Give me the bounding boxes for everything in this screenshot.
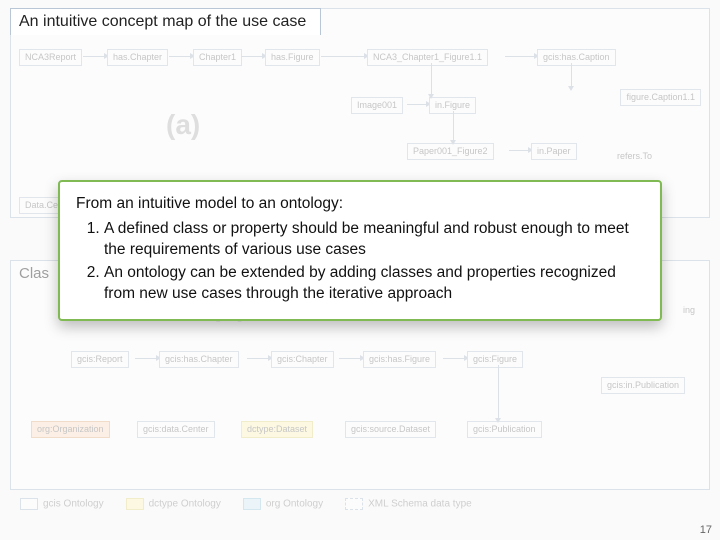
node-gcis-report: gcis:Report: [71, 351, 129, 368]
node-org-organization: org:Organization: [31, 421, 110, 438]
node-chapter1: Chapter1: [193, 49, 242, 66]
callout-item-1: A defined class or property should be me…: [104, 219, 644, 261]
arrow: [453, 111, 454, 141]
panel-a-label: (a): [166, 109, 200, 141]
swatch-org: [243, 498, 261, 510]
node-gcis-chapter: gcis:Chapter: [271, 351, 334, 368]
node-gcis-haschapter: gcis:has.Chapter: [159, 351, 239, 368]
node-hascaption: gcis:has.Caption: [537, 49, 616, 66]
arrow: [571, 63, 572, 87]
callout-box: From an intuitive model to an ontology: …: [58, 180, 662, 321]
node-figure-caption: figure.Caption1.1: [620, 89, 701, 106]
node-gcis-figure: gcis:Figure: [467, 351, 523, 368]
node-gcis-datacenter: gcis:data.Center: [137, 421, 215, 438]
swatch-dctype: [126, 498, 144, 510]
arrow: [135, 358, 157, 359]
node-haschapter: has.Chapter: [107, 49, 168, 66]
arrow: [83, 56, 105, 57]
swatch-xml: [345, 498, 363, 510]
legend: gcis Ontology dctype Ontology org Ontolo…: [20, 494, 700, 514]
arrow: [407, 104, 427, 105]
node-gcis-hasfigure: gcis:has.Figure: [363, 351, 436, 368]
node-paper-figure: Paper001_Figure2: [407, 143, 494, 160]
node-inpaper: in.Paper: [531, 143, 577, 160]
node-hasfigure: has.Figure: [265, 49, 320, 66]
arrow: [321, 56, 365, 57]
node-refersto: refers.To: [612, 149, 657, 164]
swatch-gcis: [20, 498, 38, 510]
legend-item: gcis Ontology: [43, 499, 104, 510]
arrow: [241, 56, 263, 57]
legend-item: dctype Ontology: [149, 499, 221, 510]
node-nca3report: NCA3Report: [19, 49, 82, 66]
node-gcis-publication: gcis:Publication: [467, 421, 542, 438]
panel-a-title-sharp: An intuitive concept map of the use case: [10, 8, 321, 35]
arrow: [505, 56, 535, 57]
arrow: [169, 56, 191, 57]
arrow: [339, 358, 361, 359]
node-nca3-figure: NCA3_Chapter1_Figure1.1: [367, 49, 488, 66]
arrow: [509, 150, 529, 151]
arrow: [247, 358, 269, 359]
arrow: [443, 358, 465, 359]
node-dctype-dataset: dctype:Dataset: [241, 421, 313, 438]
node-ing-partial: ing: [683, 305, 695, 315]
panel-b-title: Clas: [10, 260, 64, 286]
arrow: [498, 365, 499, 419]
node-image001: Image001: [351, 97, 403, 114]
page-number: 17: [700, 524, 712, 536]
callout-heading: From an intuitive model to an ontology:: [76, 194, 644, 215]
callout-item-2: An ontology can be extended by adding cl…: [104, 263, 644, 305]
node-gcis-sourcedataset: gcis:source.Dataset: [345, 421, 436, 438]
legend-item: XML Schema data type: [368, 499, 472, 510]
legend-item: org Ontology: [266, 499, 323, 510]
arrow: [431, 63, 432, 95]
node-gcis-inpub: gcis:in.Publication: [601, 377, 685, 394]
